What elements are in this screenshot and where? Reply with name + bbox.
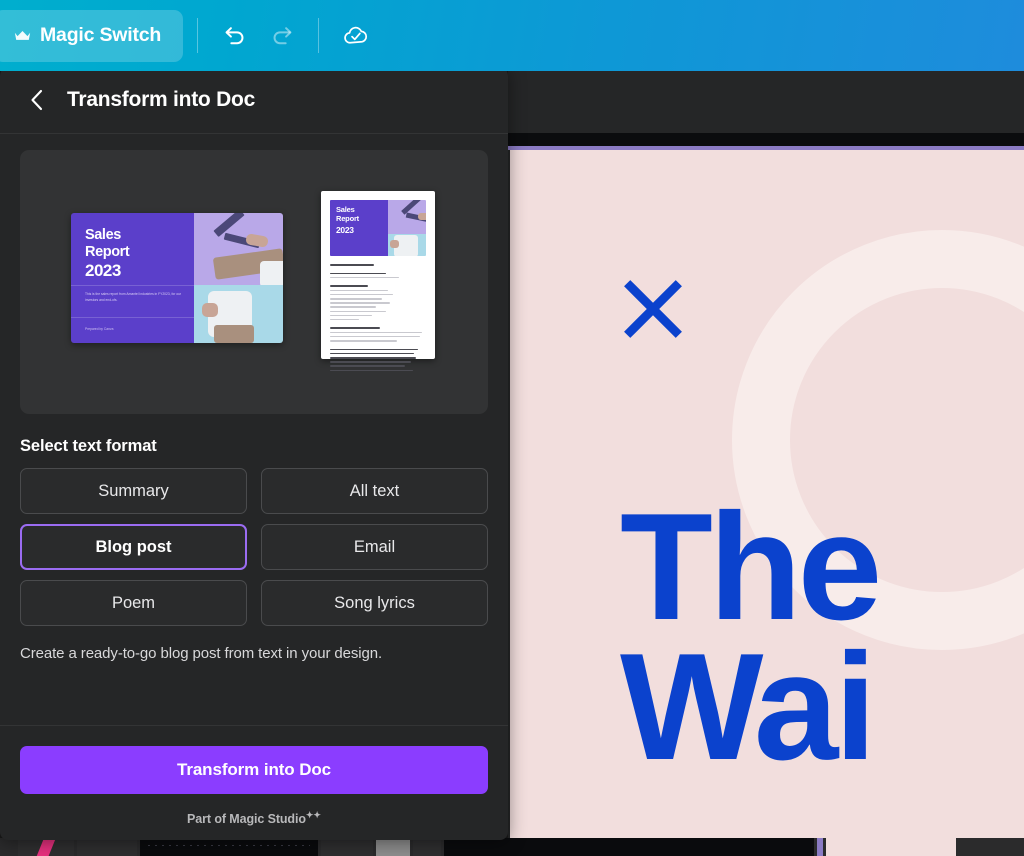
back-button[interactable] [24, 87, 50, 113]
canvas-heading-line-2: Wai [620, 621, 877, 792]
transform-into-doc-button[interactable]: Transform into Doc [20, 745, 488, 794]
panel-body: Sales Report 2023 This is the sales repo… [0, 134, 508, 725]
doc-image-bottom [387, 233, 426, 256]
format-option-email[interactable]: Email [261, 524, 488, 570]
filmstrip-thumb[interactable] [77, 838, 137, 856]
toolbar-divider-1 [197, 18, 199, 53]
magic-switch-button[interactable]: Magic Switch [0, 9, 184, 62]
filmstrip-thumb[interactable] [826, 838, 956, 856]
filmstrip-thumb[interactable] [413, 838, 441, 856]
panel-header: Transform into Doc [0, 66, 508, 134]
redo-icon [273, 27, 292, 45]
doc-image-top [387, 200, 426, 234]
format-option-summary[interactable]: Summary [20, 468, 247, 514]
magic-studio-label: Part of Magic Studio [187, 812, 306, 826]
app-root: Magic Switch The Wai Transform into Doc … [0, 0, 1024, 856]
filmstrip-thumb[interactable] [140, 838, 318, 856]
doc-body-lines [330, 256, 426, 372]
chevron-left-icon [31, 89, 43, 111]
slide-divider-2 [71, 317, 194, 318]
page-filmstrip[interactable] [0, 838, 1024, 856]
filmstrip-thumb[interactable] [376, 838, 410, 856]
slide-title-line-1: Sales [85, 227, 121, 243]
magic-studio-attribution: Part of Magic Studio✦✦ [20, 810, 488, 826]
doc-hero-right [387, 200, 426, 256]
slide-left-pane: Sales Report 2023 This is the sales repo… [71, 213, 194, 343]
slide-divider-1 [71, 285, 194, 286]
saved-status-button[interactable] [333, 13, 379, 59]
filmstrip-thumb[interactable] [18, 838, 74, 856]
filmstrip-thumb[interactable] [817, 838, 823, 856]
doc-hero: Sales Report 2023 [330, 200, 426, 256]
top-toolbar: Magic Switch [0, 0, 1024, 71]
panel-footer: Transform into Doc Part of Magic Studio✦… [0, 724, 508, 840]
canvas-heading-line-1: The [620, 482, 882, 652]
transform-preview: Sales Report 2023 This is the sales repo… [20, 150, 488, 414]
filmstrip-thumb[interactable] [321, 838, 373, 856]
format-option-all-text[interactable]: All text [261, 468, 488, 514]
sparkle-icon: ✦✦ [305, 809, 321, 820]
slide-prepared-by: Prepared by Canva [85, 327, 114, 331]
cloud-check-icon [344, 26, 368, 44]
slide-body-text: This is the sales report from Amantel In… [85, 292, 182, 303]
slide-thumbnail: Sales Report 2023 This is the sales repo… [71, 213, 283, 343]
slide-year: 2023 [85, 261, 121, 281]
editor-top-strip [508, 133, 1024, 146]
slide-title-line-2: Report [85, 243, 130, 260]
history-controls [212, 13, 304, 59]
redo-button[interactable] [258, 13, 304, 59]
text-format-options: Summary All text Blog post Email Poem So… [20, 468, 488, 626]
format-option-song-lyrics[interactable]: Song lyrics [261, 580, 488, 626]
doc-hero-left: Sales Report 2023 [330, 200, 388, 256]
doc-year: 2023 [336, 224, 354, 235]
document-thumbnail: Sales Report 2023 [321, 191, 435, 372]
panel-title: Transform into Doc [67, 87, 256, 111]
toolbar-divider-2 [318, 18, 320, 53]
design-canvas[interactable]: The Wai [510, 150, 1024, 856]
transform-into-doc-panel: Transform into Doc Sales Report 2023 Thi… [0, 66, 508, 840]
doc-title-line-2: Report [336, 213, 359, 223]
slide-image-top [193, 213, 283, 285]
format-option-poem[interactable]: Poem [20, 580, 247, 626]
x-mark-shape[interactable] [622, 278, 684, 340]
slide-image-pane [193, 213, 283, 343]
undo-button[interactable] [212, 13, 258, 59]
filmstrip-thumb[interactable] [444, 838, 814, 856]
crown-icon [14, 30, 31, 40]
slide-image-bottom [193, 284, 283, 343]
undo-icon [225, 27, 244, 45]
format-description: Create a ready-to-go blog post from text… [20, 645, 383, 662]
canvas-heading[interactable]: The Wai [620, 482, 882, 792]
magic-switch-label: Magic Switch [40, 24, 162, 46]
section-label-text-format: Select text format [20, 437, 157, 455]
format-option-blog-post[interactable]: Blog post [20, 524, 247, 570]
